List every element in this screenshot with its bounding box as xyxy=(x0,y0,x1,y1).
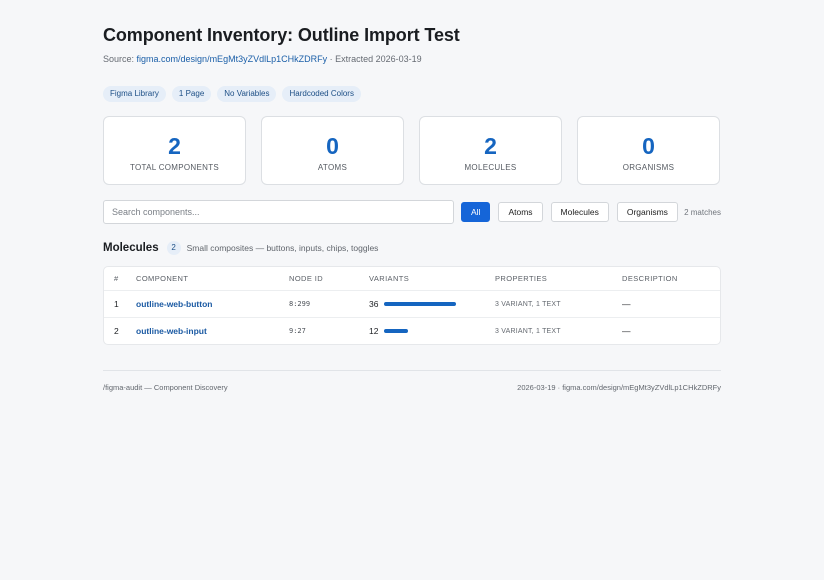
search-input[interactable] xyxy=(103,200,454,224)
variant-bar xyxy=(384,302,457,306)
component-link[interactable]: outline-web-button xyxy=(136,299,212,309)
filter-atoms-button[interactable]: Atoms xyxy=(498,202,543,222)
tag-no-variables: No Variables xyxy=(217,86,277,102)
description: — xyxy=(622,326,631,336)
stat-label: TOTAL COMPONENTS xyxy=(129,163,220,172)
stat-value: 0 xyxy=(642,133,655,159)
match-count: 2 matches xyxy=(684,207,721,217)
column-header-node-id: NODE ID xyxy=(289,274,324,283)
column-header-variants: VARIANTS xyxy=(369,274,410,283)
stat-value: 2 xyxy=(484,133,497,159)
table-row: 1 outline-web-button 8:299 36 3 VARIANT,… xyxy=(104,290,720,317)
table-row: 2 outline-web-input 9:27 12 3 VARIANT, 1… xyxy=(104,317,720,344)
source-line: Source: figma.com/design/mEgMt3yZVdlLp1C… xyxy=(103,52,721,66)
filter-all-button[interactable]: All xyxy=(461,202,491,222)
tag-list: Figma Library 1 Page No Variables Hardco… xyxy=(103,86,721,102)
tag-hardcoded-colors: Hardcoded Colors xyxy=(282,86,361,102)
variants-cell: 12 xyxy=(369,326,495,336)
stats-row: 2 TOTAL COMPONENTS 0 ATOMS 2 MOLECULES 0… xyxy=(103,116,721,185)
column-header-component: COMPONENT xyxy=(136,274,189,283)
row-number: 1 xyxy=(114,299,119,309)
filter-molecules-button[interactable]: Molecules xyxy=(550,202,609,222)
stat-label: ATOMS xyxy=(317,163,348,172)
table-header: # COMPONENT NODE ID VARIANTS PROPERTIES … xyxy=(104,267,720,290)
filter-organisms-button[interactable]: Organisms xyxy=(616,202,678,222)
variant-bar-fill xyxy=(384,302,457,306)
section-count-badge: 2 xyxy=(166,241,181,255)
stat-card-organisms: 0 ORGANISMS xyxy=(577,116,720,185)
page: Component Inventory: Outline Import Test… xyxy=(103,22,721,345)
variant-bar xyxy=(384,329,456,333)
component-link[interactable]: outline-web-input xyxy=(136,326,207,336)
footer-right: 2026-03-19 · figma.com/design/mEgMt3yZVd… xyxy=(517,383,721,392)
variant-bar-fill xyxy=(384,329,409,333)
stat-card-molecules: 2 MOLECULES xyxy=(419,116,562,185)
tag-page-count: 1 Page xyxy=(171,86,212,102)
stat-label: MOLECULES xyxy=(464,163,517,172)
extracted-date: · Extracted 2026-03-19 xyxy=(327,54,422,64)
node-id: 9:27 xyxy=(289,327,306,335)
stat-card-atoms: 0 ATOMS xyxy=(261,116,404,185)
source-label: Source: xyxy=(103,54,137,64)
footer: /figma-audit — Component Discovery 2026-… xyxy=(103,370,721,392)
column-header-description: DESCRIPTION xyxy=(622,274,678,283)
column-header-number: # xyxy=(114,274,119,283)
row-number: 2 xyxy=(114,326,119,336)
section-description: Small composites — buttons, inputs, chip… xyxy=(186,243,379,253)
tag-figma-library: Figma Library xyxy=(103,86,166,102)
variant-count: 36 xyxy=(369,299,379,309)
column-header-properties: PROPERTIES xyxy=(495,274,548,283)
properties: 3 VARIANT, 1 TEXT xyxy=(495,300,561,308)
stat-card-total: 2 TOTAL COMPONENTS xyxy=(103,116,246,185)
variant-count: 12 xyxy=(369,326,379,336)
variants-cell: 36 xyxy=(369,299,495,309)
stat-value: 0 xyxy=(326,133,339,159)
stat-label: ORGANISMS xyxy=(622,163,675,172)
stat-value: 2 xyxy=(168,133,181,159)
components-table: # COMPONENT NODE ID VARIANTS PROPERTIES … xyxy=(103,266,721,345)
section-title: Molecules xyxy=(103,242,159,254)
footer-left: /figma-audit — Component Discovery xyxy=(103,383,228,392)
section-header: Molecules 2 Small composites — buttons, … xyxy=(103,240,721,256)
node-id: 8:299 xyxy=(289,300,311,308)
properties: 3 VARIANT, 1 TEXT xyxy=(495,327,561,335)
description: — xyxy=(622,299,631,309)
page-title: Component Inventory: Outline Import Test xyxy=(103,25,460,45)
filter-bar: All Atoms Molecules Organisms 2 matches xyxy=(103,200,721,224)
source-link[interactable]: figma.com/design/mEgMt3yZVdlLp1CHkZDRFy xyxy=(137,54,328,64)
